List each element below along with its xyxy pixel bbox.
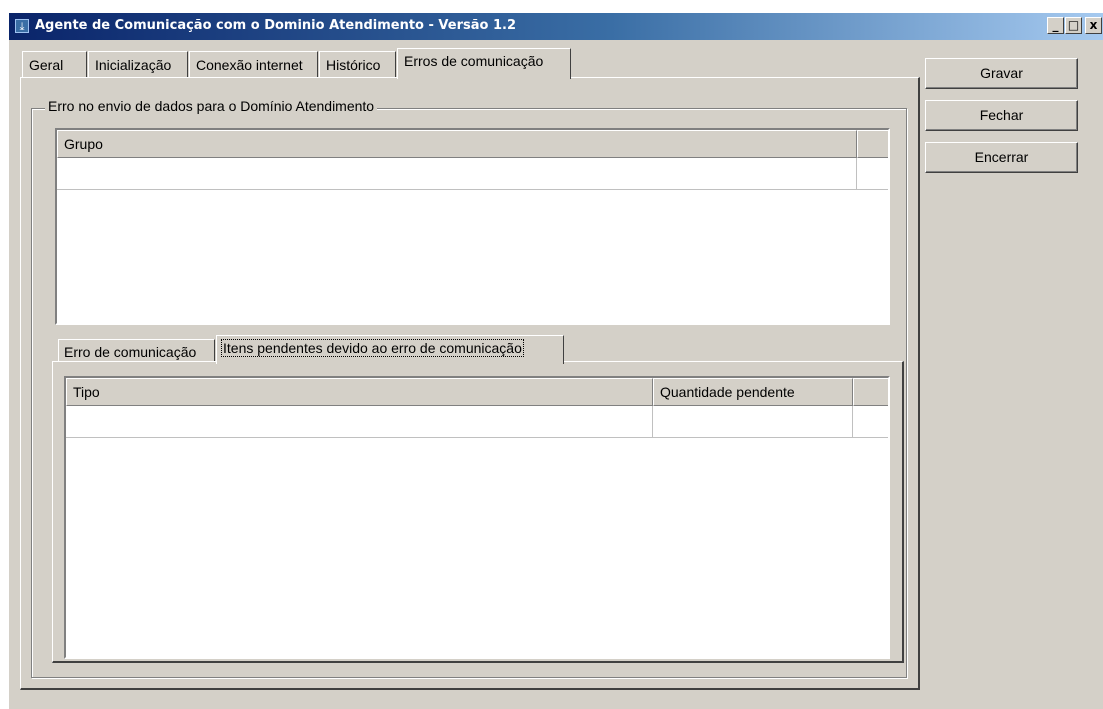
group-legend: Erro no envio de dados para o Domínio At…: [45, 98, 378, 114]
tab-historico[interactable]: Histórico: [319, 51, 396, 77]
tab-conexao-internet[interactable]: Conexão internet: [189, 51, 318, 77]
table-row-filler: [857, 158, 888, 190]
close-window-button[interactable]: x: [1085, 17, 1102, 34]
tab-geral[interactable]: Geral: [22, 51, 87, 77]
table-row[interactable]: [57, 158, 857, 190]
title-bar[interactable]: ⤓ Agente de Comunicação com o Dominio At…: [9, 13, 1103, 40]
column-header-tipo[interactable]: Tipo: [66, 378, 653, 406]
window-title: Agente de Comunicação com o Dominio Aten…: [35, 18, 516, 33]
fechar-button[interactable]: Fechar: [925, 100, 1078, 131]
column-header-filler: [853, 378, 888, 406]
subtab-itens-pendentes[interactable]: Itens pendentes devido ao erro de comuni…: [216, 335, 564, 364]
tab-inicializacao[interactable]: Inicialização: [88, 51, 188, 77]
encerrar-button[interactable]: Encerrar: [925, 142, 1078, 173]
table-row-filler: [853, 406, 888, 438]
table-row[interactable]: [66, 406, 653, 438]
pendentes-grid[interactable]: Tipo Quantidade pendente: [64, 376, 890, 659]
download-icon: ⤓: [15, 19, 29, 33]
gravar-button[interactable]: Gravar: [925, 58, 1078, 89]
window-controls: _ □ x: [1046, 17, 1102, 34]
grupo-grid[interactable]: Grupo: [55, 128, 890, 325]
column-header-filler: [857, 130, 888, 158]
column-header-quantidade[interactable]: Quantidade pendente: [653, 378, 853, 406]
table-row-cell[interactable]: [653, 406, 853, 438]
minimize-button[interactable]: _: [1047, 17, 1064, 34]
tab-erros-de-comunicacao[interactable]: Erros de comunicação: [397, 48, 571, 79]
column-header-grupo[interactable]: Grupo: [57, 130, 857, 158]
maximize-button[interactable]: □: [1065, 17, 1082, 34]
